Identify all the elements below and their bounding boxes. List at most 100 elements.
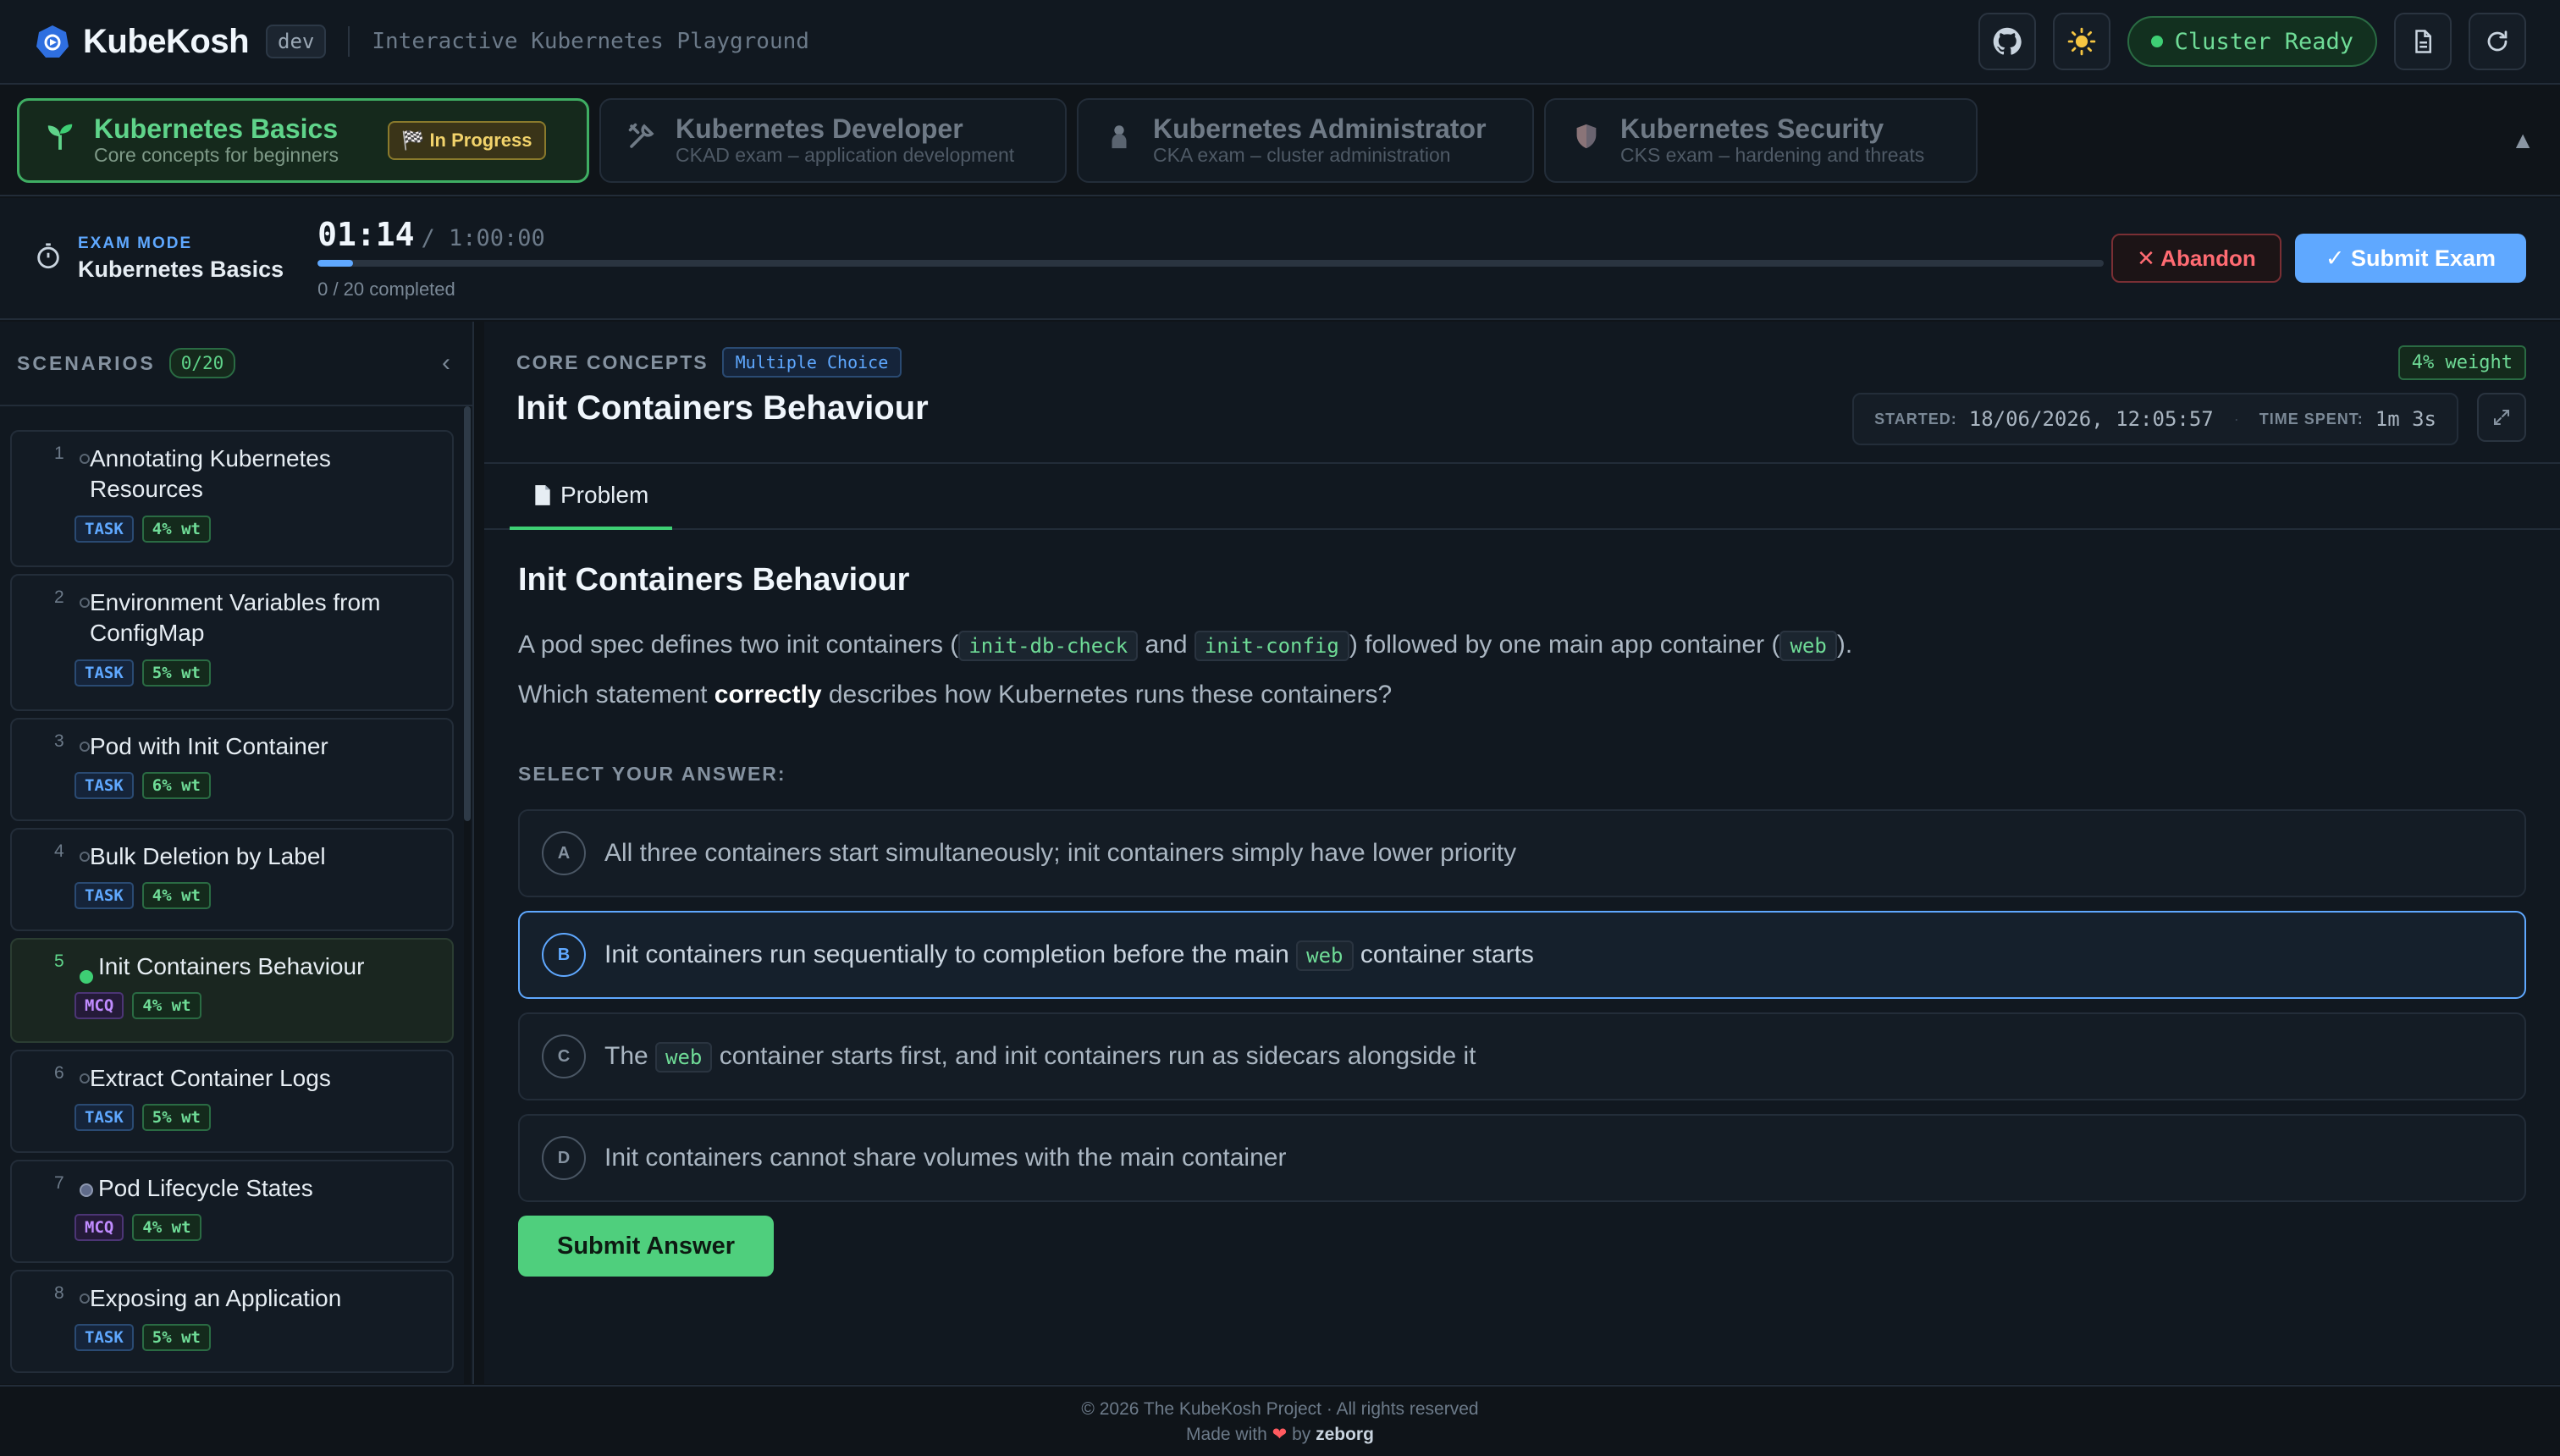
scrollbar-thumb[interactable] (464, 406, 471, 821)
text-segment: ) followed by one main app container ( (1349, 631, 1780, 659)
scenario-item[interactable]: 8 Exposing an Application TASK 5% wt (10, 1270, 454, 1373)
scenario-title: Extract Container Logs (90, 1065, 331, 1091)
scenario-number: 6 (54, 1063, 64, 1083)
status-dot-icon (2150, 36, 2163, 47)
weight-tag: 6% wt (141, 772, 211, 800)
option-letter: B (542, 933, 586, 977)
answer-option-d[interactable]: D Init containers cannot share volumes w… (518, 1114, 2526, 1202)
code-snippet: init-config (1194, 631, 1349, 661)
timer-total: / 1:00:00 (421, 225, 545, 251)
expand-icon (2494, 410, 2509, 425)
track-subtitle: CKAD exam – application development (676, 143, 1015, 166)
meta-separator: · (2233, 410, 2239, 427)
track-title: Kubernetes Basics (94, 113, 339, 144)
select-answer-label: SELECT YOUR ANSWER: (518, 763, 786, 785)
sprout-icon (43, 120, 77, 161)
scenario-title: Init Containers Behaviour (98, 953, 365, 979)
answer-option-a[interactable]: A All three containers start simultaneou… (518, 809, 2526, 897)
text-segment: by (1292, 1425, 1311, 1445)
option-letter: D (542, 1136, 586, 1180)
made-with-text: Made with ❤ by zeborg (0, 1422, 2560, 1448)
content-tabs: Problem (484, 464, 2560, 530)
type-tag: TASK (74, 1104, 134, 1132)
type-tag: TASK (74, 882, 134, 910)
app-tagline: Interactive Kubernetes Playground (372, 29, 809, 54)
docs-button[interactable] (2394, 13, 2452, 70)
answer-options: A All three containers start simultaneou… (518, 809, 2526, 1202)
collapse-tracks-icon[interactable]: ▲ (2511, 127, 2535, 154)
scenario-title: Annotating Kubernetes Resources (90, 445, 331, 503)
abandon-button[interactable]: ✕ Abandon (2111, 234, 2281, 283)
github-icon (1993, 27, 2022, 55)
exam-mode-name: Kubernetes Basics (78, 256, 284, 282)
scenario-item[interactable]: 1 Annotating Kubernetes Resources TASK 4%… (10, 430, 454, 567)
text-segment: and (1138, 631, 1194, 659)
text-segment: container starts (1353, 940, 1534, 968)
status-dot-icon (80, 1293, 90, 1304)
author-link[interactable]: zeborg (1316, 1425, 1374, 1444)
scenario-number: 4 (54, 841, 64, 861)
answer-option-b[interactable]: B Init containers run sequentially to co… (518, 911, 2526, 999)
scenario-item-active[interactable]: 5 Init Containers Behaviour MCQ 4% wt (10, 938, 454, 1043)
exam-mode-label: EXAM MODE (78, 234, 193, 252)
tab-problem[interactable]: Problem (510, 464, 673, 530)
problem-statement: A pod spec defines two init containers (… (518, 626, 2526, 664)
kubernetes-logo-icon (34, 23, 71, 60)
status-dot-icon (80, 454, 90, 464)
scenario-list: 1 Annotating Kubernetes Resources TASK 4%… (10, 430, 454, 1380)
text-segment: The (604, 1042, 656, 1070)
track-tab-kubernetes-basics[interactable]: Kubernetes Basics Core concepts for begi… (17, 98, 589, 183)
cluster-status-text: Cluster Ready (2174, 28, 2353, 55)
weight-tag: 4% wt (132, 1214, 201, 1242)
track-tab-kubernetes-administrator[interactable]: Kubernetes Administrator CKA exam – clus… (1077, 98, 1534, 183)
github-button[interactable] (1978, 13, 2036, 70)
option-text: All three containers start simultaneousl… (604, 839, 1516, 868)
type-tag: TASK (74, 515, 134, 543)
submit-answer-button[interactable]: Submit Answer (518, 1216, 774, 1277)
scenario-number: 7 (54, 1173, 64, 1193)
scenario-item[interactable]: 6 Extract Container Logs TASK 5% wt (10, 1050, 454, 1153)
weight-tag: 5% wt (141, 659, 211, 687)
top-header: KubeKosh dev Interactive Kubernetes Play… (0, 0, 2560, 85)
expand-button[interactable] (2477, 393, 2526, 442)
weight-badge: 4% weight (2397, 345, 2526, 380)
type-tag: TASK (74, 659, 134, 687)
text-segment: container starts first, and init contain… (712, 1042, 1476, 1070)
scenario-item[interactable]: 7 Pod Lifecycle States MCQ 4% wt (10, 1160, 454, 1263)
status-dot-icon (80, 742, 90, 752)
scenario-count-badge: 0/20 (168, 348, 236, 378)
scenarios-sidebar: SCENARIOS 0/20 ‹ 1 Annotating Kubernetes… (0, 322, 474, 1384)
scenario-item[interactable]: 2 Environment Variables from ConfigMap T… (10, 574, 454, 711)
status-dot-icon (80, 1183, 93, 1197)
scenario-number: 3 (54, 731, 64, 751)
status-dot-icon (80, 598, 90, 608)
text-segment: Init containers run sequentially to comp… (604, 940, 1297, 968)
weight-tag: 4% wt (132, 992, 201, 1020)
answer-option-c[interactable]: C The web container starts first, and in… (518, 1012, 2526, 1100)
weight-tag: 5% wt (141, 1324, 211, 1352)
track-tab-kubernetes-developer[interactable]: Kubernetes Developer CKAD exam – applica… (599, 98, 1067, 183)
time-meta: STARTED: 18/06/2026, 12:05:57 · TIME SPE… (1852, 393, 2458, 445)
question-type-badge: Multiple Choice (721, 347, 902, 378)
theme-toggle-button[interactable] (2052, 13, 2110, 70)
emphasis-text: correctly (714, 681, 822, 709)
track-title: Kubernetes Security (1620, 113, 1884, 144)
scenario-item[interactable]: 3 Pod with Init Container TASK 6% wt (10, 718, 454, 821)
track-subtitle: CKA exam – cluster administration (1153, 143, 1451, 166)
sidebar-scrollbar[interactable] (464, 406, 471, 1384)
started-value: 18/06/2026, 12:05:57 (1968, 407, 2214, 431)
timer-progress-fill (317, 260, 354, 267)
submit-exam-button[interactable]: ✓ Submit Exam (2294, 234, 2526, 283)
cluster-status-badge: Cluster Ready (2127, 16, 2377, 67)
copyright-text: © 2026 The KubeKosh Project · All rights… (1081, 1399, 1479, 1419)
refresh-button[interactable] (2469, 13, 2526, 70)
type-tag: TASK (74, 772, 134, 800)
app-name: KubeKosh (83, 22, 250, 60)
tab-label: Problem (560, 482, 649, 508)
scenario-number: 2 (54, 587, 64, 607)
started-label: STARTED: (1874, 410, 1957, 427)
sidebar-title: SCENARIOS (17, 351, 156, 374)
scenario-item[interactable]: 4 Bulk Deletion by Label TASK 4% wt (10, 828, 454, 931)
collapse-sidebar-icon[interactable]: ‹ (442, 349, 450, 378)
track-tab-kubernetes-security[interactable]: Kubernetes Security CKS exam – hardening… (1544, 98, 1978, 183)
